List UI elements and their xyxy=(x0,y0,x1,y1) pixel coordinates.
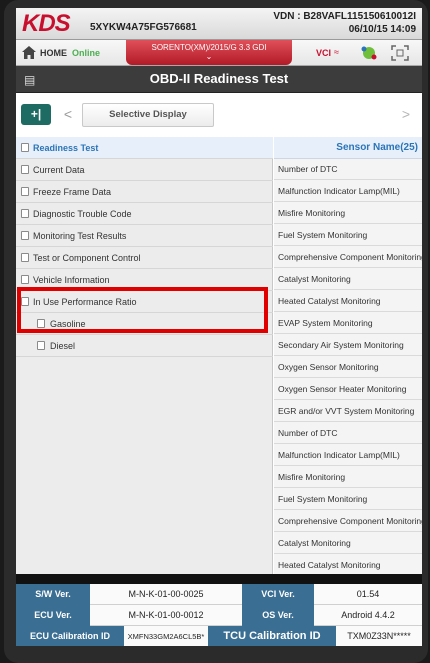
sensor-row[interactable]: Comprehensive Component Monitoring xyxy=(274,511,422,532)
menu-item-monitoring-test-results[interactable]: Monitoring Test Results xyxy=(16,225,273,247)
sensor-row[interactable]: Comprehensive Component Monitoring xyxy=(274,247,422,268)
home-icon[interactable] xyxy=(22,46,36,59)
sensor-row[interactable]: Misfire Monitoring xyxy=(274,203,422,224)
folder-icon xyxy=(21,231,29,240)
vehicle-label: SORENTO(XM)/2015/G 3.3 GDI xyxy=(151,43,267,52)
menu-item-current-data[interactable]: Current Data xyxy=(16,159,273,181)
nav-row: +| < Selective Display > xyxy=(16,93,422,137)
vehicle-selector[interactable]: SORENTO(XM)/2015/G 3.3 GDI ⌄ xyxy=(126,40,292,65)
home-label[interactable]: HOME xyxy=(40,48,67,58)
title-bar: ▤ OBD-II Readiness Test xyxy=(16,66,422,93)
ecu-calibration-value: XMFN33GM2A6CL5B* xyxy=(127,632,205,641)
sw-version-label: S/W Ver. xyxy=(16,584,90,605)
ecu-calibration-label: ECU Calibration ID xyxy=(16,626,124,646)
sensor-row[interactable]: Catalyst Monitoring xyxy=(274,269,422,290)
os-version-value: Android 4.4.2 xyxy=(341,610,395,620)
sensor-panel: Sensor Name(25) Number of DTC Malfunctio… xyxy=(274,137,422,574)
network-icon[interactable] xyxy=(361,45,377,61)
vci-label: VCI xyxy=(316,48,332,58)
home-bar: HOME Online SORENTO(XM)/2015/G 3.3 GDI ⌄… xyxy=(16,40,422,66)
vin-number: 5XYKW4A75FG576681 xyxy=(90,22,197,33)
sw-version-value: M-N-K-01-00-0025 xyxy=(128,589,204,599)
sensor-row[interactable]: EGR and/or VVT System Monitoring xyxy=(274,401,422,422)
menu-item-label: Readiness Test xyxy=(33,143,99,153)
sensor-row[interactable]: Oxygen Sensor Monitoring xyxy=(274,357,422,378)
document-icon xyxy=(21,275,29,284)
page-title: OBD-II Readiness Test xyxy=(149,71,289,86)
menu-item-label: Diesel xyxy=(50,341,76,351)
back-button[interactable]: +| xyxy=(21,104,51,125)
tcu-calibration-label: TCU Calibration ID xyxy=(208,626,336,646)
sensor-row[interactable]: Misfire Monitoring xyxy=(274,467,422,488)
sensor-row[interactable]: Malfunction Indicator Lamp(MIL) xyxy=(274,181,422,202)
sensor-row[interactable]: Malfunction Indicator Lamp(MIL) xyxy=(274,445,422,466)
sensor-header: Sensor Name(25) xyxy=(274,137,422,159)
prev-arrow-icon[interactable]: < xyxy=(58,104,78,125)
menu-item-test-or-component-control[interactable]: Test or Component Control xyxy=(16,247,273,269)
selective-display-button[interactable]: Selective Display xyxy=(82,103,214,127)
sensor-row[interactable]: Secondary Air System Monitoring xyxy=(274,335,422,356)
info-row: ECU Calibration ID XMFN33GM2A6CL5B* TCU … xyxy=(16,626,422,646)
menu-item-readiness-test[interactable]: Readiness Test xyxy=(16,137,273,159)
menu-item-label: Current Data xyxy=(33,165,85,175)
device-frame: KDS 5XYKW4A75FG576681 VDN : B28VAFL11515… xyxy=(4,0,428,663)
screen: KDS 5XYKW4A75FG576681 VDN : B28VAFL11515… xyxy=(16,8,422,646)
next-arrow-icon[interactable]: > xyxy=(398,104,414,125)
menu-item-label: Test or Component Control xyxy=(33,253,141,263)
tcu-calibration-value: TXM0Z33N***** xyxy=(347,631,411,641)
document-icon xyxy=(21,253,29,262)
sensor-row[interactable]: EVAP System Monitoring xyxy=(274,313,422,334)
document-icon xyxy=(21,165,29,174)
os-version-label: OS Ver. xyxy=(242,605,314,626)
ecu-version-value: M-N-K-01-00-0012 xyxy=(128,610,204,620)
document-icon xyxy=(21,187,29,196)
ecu-version-label: ECU Ver. xyxy=(16,605,90,626)
vci-signal-icon: ≈ xyxy=(334,47,339,57)
menu-item-label: Diagnostic Trouble Code xyxy=(33,209,132,219)
highlight-box xyxy=(17,287,268,333)
sensor-row[interactable]: Fuel System Monitoring xyxy=(274,489,422,510)
sensor-row[interactable]: Number of DTC xyxy=(274,159,422,180)
version-info: S/W Ver. M-N-K-01-00-0025 VCI Ver. 01.54… xyxy=(16,584,422,646)
datetime: 06/10/15 14:09 xyxy=(348,24,416,35)
info-row: ECU Ver. M-N-K-01-00-0012 OS Ver. Androi… xyxy=(16,605,422,626)
document-icon xyxy=(37,341,45,350)
expand-icon[interactable] xyxy=(391,45,409,61)
logo-text: KDS xyxy=(22,10,71,37)
online-status: Online xyxy=(72,48,101,58)
brand-bar: KDS 5XYKW4A75FG576681 VDN : B28VAFL11515… xyxy=(16,8,422,40)
vci-version-value: 01.54 xyxy=(356,589,380,599)
sensor-row[interactable]: Fuel System Monitoring xyxy=(274,225,422,246)
kds-logo: KDS xyxy=(22,10,71,37)
sensor-row[interactable]: Oxygen Sensor Heater Monitoring xyxy=(274,379,422,400)
document-icon xyxy=(21,143,29,152)
chevron-down-icon: ⌄ xyxy=(205,52,213,61)
sensor-row[interactable]: Heated Catalyst Monitoring xyxy=(274,555,422,574)
vdn-block: VDN : B28VAFL115150610012I 06/10/15 14:0… xyxy=(273,10,416,36)
vdn-number: VDN : B28VAFL115150610012I xyxy=(273,11,416,22)
sensor-row[interactable]: Number of DTC xyxy=(274,423,422,444)
menu-item-label: Monitoring Test Results xyxy=(33,231,127,241)
sensor-row[interactable]: Heated Catalyst Monitoring xyxy=(274,291,422,312)
menu-panel: Readiness Test Current Data Freeze Frame… xyxy=(16,137,273,574)
document-icon xyxy=(21,209,29,218)
vci-version-label: VCI Ver. xyxy=(242,584,314,605)
panel-divider xyxy=(16,574,422,584)
menu-item-diesel[interactable]: Diesel xyxy=(16,335,273,357)
menu-item-diagnostic-trouble-code[interactable]: Diagnostic Trouble Code xyxy=(16,203,273,225)
menu-item-label: Vehicle Information xyxy=(33,275,110,285)
menu-item-freeze-frame-data[interactable]: Freeze Frame Data xyxy=(16,181,273,203)
sensor-row[interactable]: Catalyst Monitoring xyxy=(274,533,422,554)
menu-item-label: Freeze Frame Data xyxy=(33,187,112,197)
info-row: S/W Ver. M-N-K-01-00-0025 VCI Ver. 01.54 xyxy=(16,584,422,605)
